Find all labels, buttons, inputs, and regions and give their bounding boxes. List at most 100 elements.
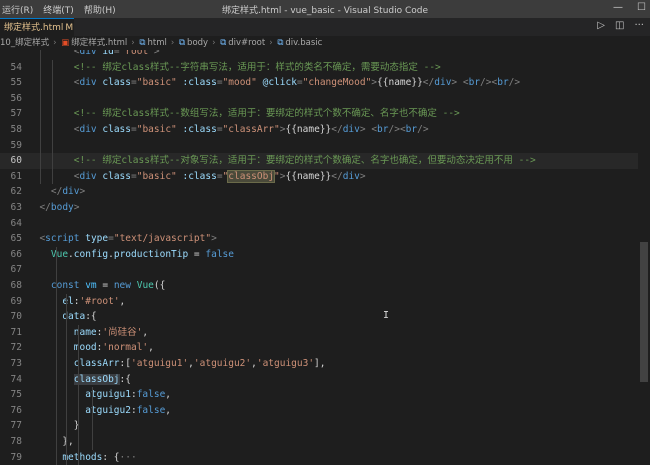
vertical-scrollbar[interactable] [638,50,650,465]
code-line[interactable]: 71 name:'尚硅谷', [0,325,650,341]
code-line[interactable]: 55 <div class="basic" :class="mood" @cli… [0,75,650,91]
code-token: br [497,77,509,89]
tab-label: 绑定样式.html [4,23,64,33]
code-token: {{name}} [285,124,332,135]
tab-bar: 绑定样式.htmlM× ▷ ◫ ··· [0,18,650,36]
code-line[interactable]: 57 <!-- 绑定class样式--数组写法，适用于：要绑定的样式个数不确定、… [0,106,650,122]
code-line[interactable]: 64 [0,216,650,232]
code-line[interactable]: 61 <div class="basic" :class="classObj">… [0,169,650,185]
code-line[interactable]: 63 </body> [0,200,650,216]
line-number: 62 [10,186,22,198]
maximize-icon[interactable]: ☐ [637,2,646,13]
code-line[interactable]: 58 <div class="basic" :class="classArr">… [0,122,650,138]
breadcrumb-html[interactable]: html [147,38,166,48]
tab-active-file[interactable]: 绑定样式.htmlM× [0,18,74,36]
code-token: div [434,77,452,89]
code-text: </body> [28,200,80,216]
code-token: < [28,124,80,135]
code-line[interactable]: 70 data:{ [0,309,650,325]
code-text: <!-- 绑定class样式--数组写法，适用于：要绑定的样式个数不确定、名字也… [28,106,460,122]
code-token: > [73,202,80,213]
code-line[interactable]: 69 el:'#root', [0,294,650,310]
code-text: <script type="text/javascript"> [28,231,216,247]
breadcrumb-file[interactable]: 绑定样式.html [71,38,127,48]
code-line[interactable]: 60 <!-- 绑定class样式--对象写法，适用于：要绑定的样式个数确定、名… [0,153,650,169]
menu-terminal[interactable]: 终端(T) [43,3,74,16]
code-token: 'normal' [102,342,149,354]
code-token: classArr [28,358,120,369]
code-line[interactable]: 56 [0,91,650,107]
code-token: atguigu2 [28,404,131,416]
code-token: : { [102,451,120,463]
code-token: < [28,50,80,57]
code-text: const vm = new Vue({ [28,278,165,294]
code-line[interactable]: 73 classArr:['atguigu1','atguigu2','atgu… [0,356,650,372]
code-text: methods: {··· [28,450,136,465]
menu-help[interactable]: 帮助(H) [84,3,116,16]
code-token: </ [331,170,343,182]
code-token: br [405,124,418,135]
indent-guide [92,387,93,450]
code-text: <!-- 绑定class样式--字符串写法，适用于：样式的类名不确定，需要动态指… [28,60,441,76]
code-line[interactable]: 67 [0,262,650,278]
code-line[interactable]: 72 mood:'normal', [0,340,650,356]
code-token: @click [256,77,297,89]
code-line[interactable]: 66 Vue.config.productionTip = false [0,247,650,263]
code-token: div [79,124,97,135]
code-line[interactable]: 74 classObj:{ [0,372,650,388]
window-controls: — ☐ [613,2,646,13]
code-line[interactable]: 65 <script type="text/javascript"> [0,231,650,247]
code-line[interactable]: 75 atguigu1:false, [0,387,650,403]
code-token: vm [79,280,97,291]
breadcrumb-div-basic[interactable]: div.basic [285,38,322,48]
code-line[interactable]: <div id="root"> [0,50,650,60]
line-number: 57 [10,108,22,120]
line-number: 65 [10,233,22,245]
element-icon: ⧉ [139,38,146,48]
code-line[interactable]: 78 }, [0,434,650,450]
code-token: class [96,124,131,135]
code-token: = [96,280,114,291]
minimize-icon[interactable]: — [613,2,623,13]
code-token: Vue [28,248,69,260]
code-line[interactable]: 59 [0,138,650,154]
editor-actions: ▷ ◫ ··· [597,20,644,31]
line-number: 74 [10,373,22,385]
code-token: class [96,170,131,182]
indent-guide [56,246,57,465]
code-token: </ [331,124,343,135]
breadcrumb-folder[interactable]: 10_绑定样式 [0,38,49,48]
run-icon[interactable]: ▷ [597,20,605,31]
code-token: classObj [227,169,276,183]
code-token: {{name}} [285,170,332,182]
code-token: mood [28,342,97,354]
more-actions-icon[interactable]: ··· [634,20,644,31]
code-line[interactable]: 68 const vm = new Vue({ [0,278,650,294]
modified-indicator: M [65,23,74,33]
code-line[interactable]: 54 <!-- 绑定class样式--字符串写法，适用于：样式的类名不确定，需要… [0,60,650,76]
code-token: type [79,233,109,245]
code-token: body [50,202,74,213]
code-token: </ [28,186,63,198]
code-line[interactable]: 62 </div> [0,184,650,200]
code-text: atguigu1:false, [28,387,171,403]
scrollbar-thumb[interactable] [640,242,648,382]
code-editor[interactable]: <div id="root"> 54 <!-- 绑定class样式--字符串写法，… [0,50,650,465]
code-token: false [205,248,234,260]
code-token: = [188,248,206,260]
code-text: classObj:{ [28,372,131,388]
code-line[interactable]: 76 atguigu2:false, [0,403,650,419]
code-token: {{name}} [377,77,423,89]
breadcrumb-div-root[interactable]: div#root [228,38,265,48]
code-line[interactable]: 77 } [0,418,650,434]
code-line[interactable]: 79 methods: {··· [0,450,650,465]
code-token: />< [388,124,406,135]
code-token: :class [176,170,217,182]
breadcrumb-body[interactable]: body [187,38,208,48]
code-token: false [136,404,166,416]
split-editor-icon[interactable]: ◫ [615,20,624,31]
code-token: /> [508,77,521,89]
menu-run[interactable]: 运行(R) [2,3,33,16]
element-icon: ⧉ [220,38,227,48]
line-number: 59 [10,139,22,151]
